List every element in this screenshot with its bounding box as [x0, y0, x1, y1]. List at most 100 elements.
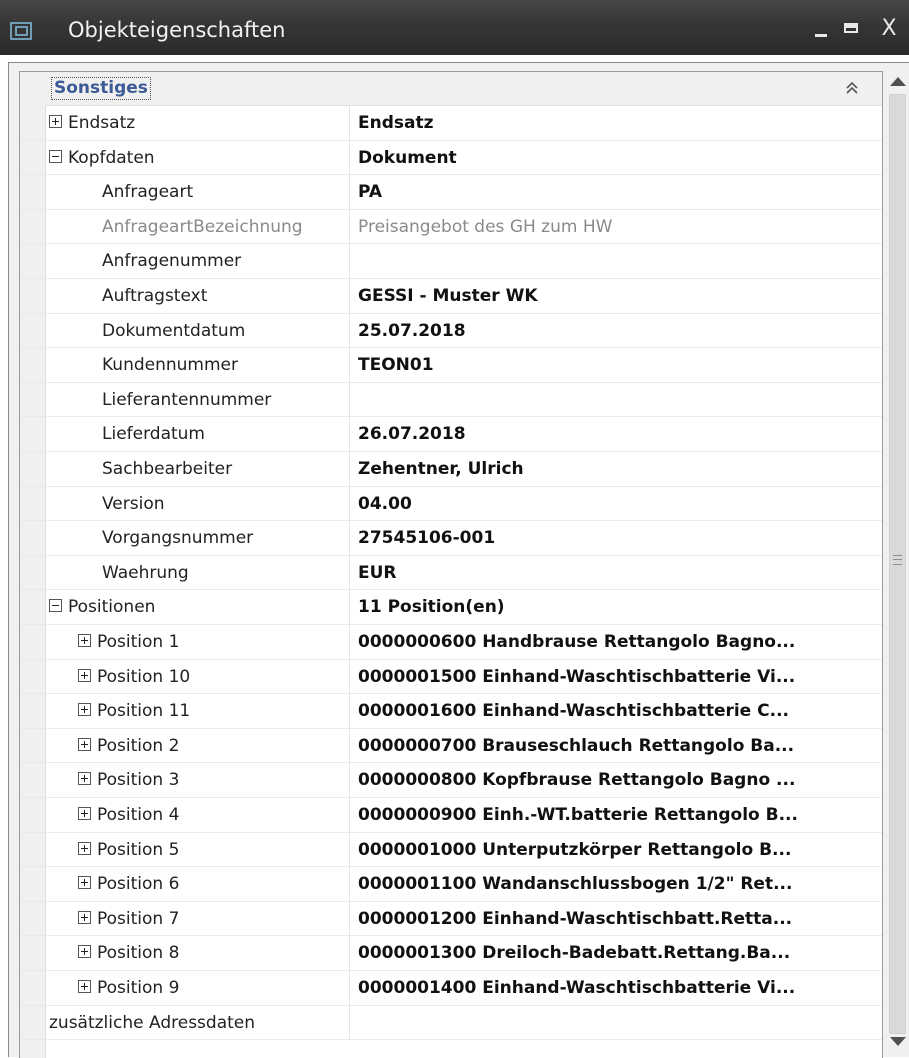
row-selector[interactable]: [20, 901, 45, 937]
property-value[interactable]: 0000000900 Einh.-WT.batterie Rettangolo …: [350, 798, 882, 833]
property-value[interactable]: 0000000600 Handbrause Rettangolo Bagno..…: [350, 625, 882, 660]
row-selector[interactable]: [20, 763, 45, 798]
property-value[interactable]: [350, 1006, 882, 1041]
row-selector[interactable]: [20, 106, 45, 141]
property-name[interactable]: Position 7: [45, 901, 350, 937]
property-row[interactable]: Position 4 0000000900 Einh.-WT.batterie R…: [20, 798, 882, 833]
expand-plus-icon[interactable]: [78, 737, 91, 751]
property-name[interactable]: Position 4: [45, 798, 350, 833]
property-name[interactable]: Endsatz: [45, 106, 350, 141]
property-name[interactable]: Position 5: [45, 832, 350, 868]
row-selector[interactable]: [20, 209, 45, 245]
property-name[interactable]: Position 11: [45, 694, 350, 729]
property-name[interactable]: Lieferdatum: [45, 417, 350, 452]
property-row[interactable]: AnfrageartBezeichnung Preisangebot des GH…: [20, 209, 882, 245]
property-row[interactable]: Dokumentdatum 25.07.2018: [20, 313, 882, 349]
row-selector[interactable]: [20, 936, 45, 971]
property-name[interactable]: Version: [45, 486, 350, 522]
expand-plus-icon[interactable]: [78, 945, 91, 959]
row-selector[interactable]: [20, 175, 45, 210]
property-value[interactable]: 0000000800 Kopfbrause Rettangolo Bagno .…: [350, 763, 882, 798]
row-selector[interactable]: [20, 486, 45, 522]
row-selector[interactable]: [20, 625, 45, 660]
row-selector[interactable]: [20, 279, 45, 314]
property-value[interactable]: [350, 383, 882, 418]
maximize-button[interactable]: [836, 14, 866, 44]
property-name[interactable]: zusätzliche Adressdaten: [45, 1005, 350, 1041]
property-row[interactable]: Auftragstext GESSI - Muster WK: [20, 279, 882, 314]
property-name[interactable]: AnfrageartBezeichnung: [45, 209, 350, 245]
row-selector[interactable]: [20, 728, 45, 764]
category-row-sonstiges[interactable]: Sonstiges: [45, 72, 882, 106]
property-row[interactable]: Version 04.00: [20, 486, 882, 522]
property-name[interactable]: Position 2: [45, 728, 350, 764]
row-selector[interactable]: [20, 590, 45, 625]
row-selector[interactable]: [20, 382, 45, 418]
property-name[interactable]: Position 9: [45, 971, 350, 1006]
row-selector[interactable]: [20, 867, 45, 902]
collapse-minus-icon[interactable]: [49, 599, 62, 613]
property-value[interactable]: 04.00: [350, 487, 882, 522]
property-value[interactable]: Zehentner, Ulrich: [350, 452, 882, 487]
property-value[interactable]: [350, 244, 882, 279]
property-name[interactable]: Sachbearbeiter: [45, 452, 350, 487]
property-value[interactable]: Endsatz: [350, 106, 882, 141]
property-name[interactable]: Dokumentdatum: [45, 313, 350, 349]
property-name[interactable]: Position 8: [45, 936, 350, 971]
property-row[interactable]: Positionen 11 Position(en): [20, 590, 882, 625]
expand-plus-icon[interactable]: [78, 841, 91, 855]
property-value[interactable]: Dokument: [350, 141, 882, 176]
row-selector[interactable]: [20, 659, 45, 695]
expand-plus-icon[interactable]: [78, 910, 91, 924]
expand-plus-icon[interactable]: [78, 668, 91, 682]
property-value[interactable]: 26.07.2018: [350, 417, 882, 452]
property-row[interactable]: Sachbearbeiter Zehentner, Ulrich: [20, 452, 882, 487]
row-selector[interactable]: [20, 1005, 45, 1041]
property-value[interactable]: 27545106-001: [350, 521, 882, 556]
property-row[interactable]: Position 7 0000001200 Einhand-Waschtischb…: [20, 901, 882, 937]
property-row[interactable]: Endsatz Endsatz: [20, 106, 882, 141]
property-row[interactable]: Position 5 0000001000 Unterputzkörper Ret…: [20, 832, 882, 868]
property-row[interactable]: Position 1 0000000600 Handbrause Rettango…: [20, 625, 882, 660]
property-row[interactable]: Position 6 0000001100 Wandanschlussbogen …: [20, 867, 882, 902]
property-row[interactable]: Position 3 0000000800 Kopfbrause Rettango…: [20, 763, 882, 798]
vertical-scrollbar[interactable]: [885, 71, 909, 1057]
row-selector[interactable]: [20, 521, 45, 556]
row-selector[interactable]: [20, 452, 45, 487]
property-value[interactable]: PA: [350, 175, 882, 210]
property-value[interactable]: 0000001000 Unterputzkörper Rettangolo B.…: [350, 833, 882, 868]
property-row[interactable]: Position 10 0000001500 Einhand-Waschtisch…: [20, 659, 882, 695]
property-name[interactable]: Positionen: [45, 590, 350, 625]
property-name[interactable]: Lieferantennummer: [45, 382, 350, 418]
property-name[interactable]: Anfrageart: [45, 175, 350, 210]
property-row[interactable]: zusätzliche Adressdaten: [20, 1005, 882, 1041]
property-value[interactable]: GESSI - Muster WK: [350, 279, 882, 314]
close-button[interactable]: X: [874, 14, 904, 44]
expand-plus-icon[interactable]: [78, 703, 91, 717]
property-row[interactable]: Lieferdatum 26.07.2018: [20, 417, 882, 452]
property-value[interactable]: 25.07.2018: [350, 314, 882, 349]
property-row[interactable]: Lieferantennummer: [20, 382, 882, 418]
property-value[interactable]: 0000001100 Wandanschlussbogen 1/2" Ret..…: [350, 867, 882, 902]
title-bar[interactable]: Objekteigenschaften X: [0, 0, 909, 55]
property-value[interactable]: EUR: [350, 556, 882, 591]
row-selector[interactable]: [20, 140, 45, 176]
property-row[interactable]: Position 11 0000001600 Einhand-Waschtisch…: [20, 694, 882, 729]
property-value[interactable]: 11 Position(en): [350, 590, 882, 625]
row-selector[interactable]: [20, 555, 45, 591]
expand-plus-icon[interactable]: [78, 634, 91, 647]
property-value[interactable]: 0000001600 Einhand-Waschtischbatterie C.…: [350, 694, 882, 729]
property-name[interactable]: Auftragstext: [45, 279, 350, 314]
row-selector[interactable]: [20, 313, 45, 349]
scroll-down-arrow-icon[interactable]: [890, 1037, 906, 1046]
minimize-button[interactable]: [806, 14, 836, 44]
collapse-minus-icon[interactable]: [49, 149, 62, 163]
row-selector[interactable]: [20, 348, 45, 383]
property-value[interactable]: 0000001300 Dreiloch-Badebatt.Rettang.Ba.…: [350, 936, 882, 971]
expand-plus-icon[interactable]: [78, 980, 91, 993]
property-value[interactable]: 0000000700 Brauseschlauch Rettangolo Ba.…: [350, 729, 882, 764]
property-name[interactable]: Position 3: [45, 763, 350, 798]
property-value[interactable]: 0000001500 Einhand-Waschtischbatterie Vi…: [350, 660, 882, 695]
property-row[interactable]: Kopfdaten Dokument: [20, 140, 882, 176]
property-value[interactable]: 0000001200 Einhand-Waschtischbatt.Retta.…: [350, 902, 882, 937]
